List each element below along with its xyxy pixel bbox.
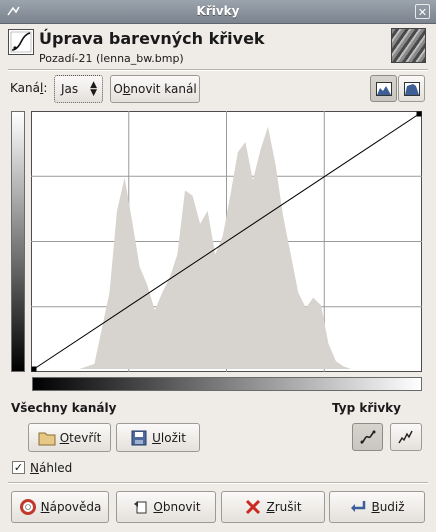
footer-separator xyxy=(8,482,428,484)
curves-tool-icon xyxy=(8,29,34,55)
close-icon[interactable]: ✕ xyxy=(415,4,430,19)
open-button[interactable]: Otevřít xyxy=(28,423,111,452)
window-title: Křivky xyxy=(196,4,240,18)
save-button[interactable]: Uložit xyxy=(116,423,200,452)
preview-checkbox[interactable]: ✓ xyxy=(12,461,25,474)
curves-dialog: Křivky ✕ Úprava barevných křivek Pozadí-… xyxy=(0,0,436,532)
log-histogram-icon xyxy=(403,81,420,96)
curve-control-point-start[interactable] xyxy=(31,366,37,372)
smooth-curve-icon xyxy=(360,430,375,444)
channel-select[interactable]: Jas ▲ ▼ xyxy=(54,75,103,103)
spinner-arrows-icon: ▲ ▼ xyxy=(90,80,97,98)
enter-arrow-icon xyxy=(351,501,366,512)
freehand-curve-icon xyxy=(398,430,413,444)
reset-channel-button[interactable]: Ob novit kanál xyxy=(110,75,200,103)
vertical-gradient-bar xyxy=(11,111,25,372)
linear-histogram-button[interactable] xyxy=(370,75,397,102)
curve-control-point-end[interactable] xyxy=(416,111,422,117)
channel-label: Kanál: xyxy=(10,81,48,95)
channel-value: Jas xyxy=(61,82,79,96)
log-histogram-button[interactable] xyxy=(398,75,425,102)
cancel-x-icon xyxy=(246,499,261,515)
smooth-curve-button[interactable] xyxy=(352,423,383,451)
title-bar[interactable]: Křivky ✕ xyxy=(0,0,436,24)
image-name: Pozadí-21 (lenna_bw.bmp) xyxy=(39,52,184,65)
floppy-disk-icon xyxy=(131,430,147,445)
image-thumbnail xyxy=(391,28,426,63)
all-channels-label: Všechny kanály xyxy=(11,401,117,415)
freehand-curve-button[interactable] xyxy=(390,423,422,451)
help-button[interactable]: Nápověda xyxy=(11,491,109,523)
curve-type-label: Typ křivky xyxy=(332,401,401,415)
revert-icon xyxy=(134,501,147,514)
dialog-heading: Úprava barevných křivek xyxy=(39,29,265,48)
linear-histogram-icon xyxy=(375,81,392,96)
folder-icon xyxy=(38,432,56,445)
preview-label[interactable]: Náhled xyxy=(30,461,72,475)
lifebuoy-icon xyxy=(19,499,36,515)
curve-graph[interactable] xyxy=(31,111,422,372)
header-separator xyxy=(8,69,428,71)
reset-button[interactable]: Obnovit xyxy=(116,491,216,523)
ok-button[interactable]: Budiž xyxy=(329,491,425,523)
horizontal-gradient-bar xyxy=(32,377,422,391)
cancel-button[interactable]: Zrušit xyxy=(221,491,325,523)
